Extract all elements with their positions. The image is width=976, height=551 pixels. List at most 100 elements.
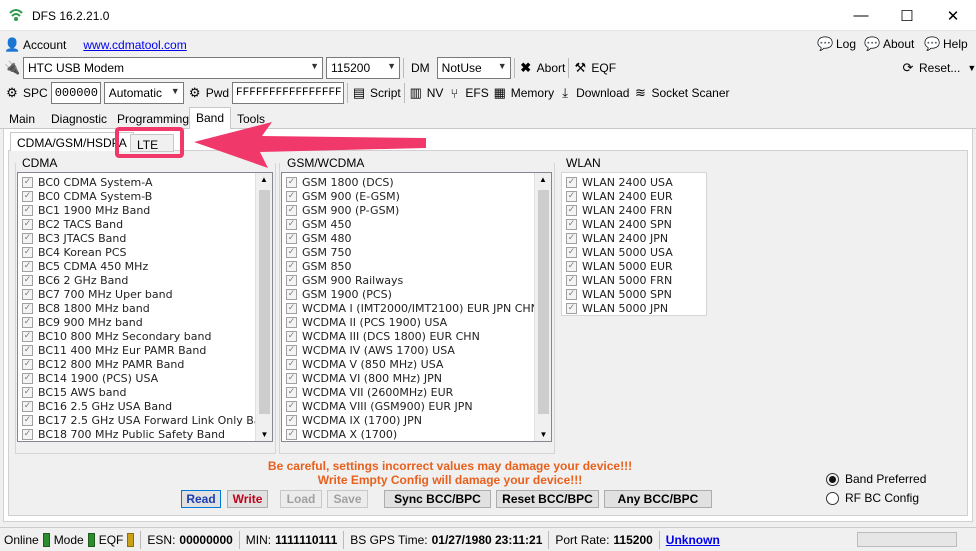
cdma-band-item[interactable]: ✓ BC2 TACS Band <box>18 217 256 231</box>
tab-main[interactable]: Main <box>3 109 41 129</box>
help-button[interactable]: 💬 Help <box>924 36 968 52</box>
cdma-band-item[interactable]: ✓ BC9 900 MHz band <box>18 315 256 329</box>
tab-diagnostic[interactable]: Diagnostic <box>45 109 113 129</box>
checkbox-checked-icon[interactable]: ✓ <box>286 302 297 314</box>
rf-bc-config-radio[interactable]: RF BC Config <box>826 491 919 505</box>
cdma-band-item[interactable]: ✓ BC6 2 GHz Band <box>18 273 256 287</box>
memory-button[interactable]: ▦ Memory <box>492 85 555 101</box>
unknown-link[interactable]: Unknown <box>666 533 720 547</box>
gsm-band-item[interactable]: ✓ WCDMA IX (1700) JPN <box>282 413 535 427</box>
efs-button[interactable]: ⑂ EFS <box>446 86 488 101</box>
account-menu[interactable]: Account <box>23 38 66 52</box>
checkbox-checked-icon[interactable]: ✓ <box>22 428 33 440</box>
checkbox-checked-icon[interactable]: ✓ <box>22 372 33 384</box>
cdma-band-item[interactable]: ✓ BC16 2.5 GHz USA Band <box>18 399 256 413</box>
cdma-band-item[interactable]: ✓ BC4 Korean PCS <box>18 245 256 259</box>
checkbox-checked-icon[interactable]: ✓ <box>566 218 577 230</box>
checkbox-checked-icon[interactable]: ✓ <box>286 330 297 342</box>
checkbox-checked-icon[interactable]: ✓ <box>22 246 33 258</box>
checkbox-checked-icon[interactable]: ✓ <box>22 386 33 398</box>
checkbox-checked-icon[interactable]: ✓ <box>22 400 33 412</box>
cdma-band-item[interactable]: ✓ BC5 CDMA 450 MHz <box>18 259 256 273</box>
scroll-up-icon[interactable]: ▲ <box>256 173 272 187</box>
checkbox-checked-icon[interactable]: ✓ <box>286 274 297 286</box>
gsm-scrollbar[interactable]: ▲ ▼ <box>534 173 551 441</box>
script-button[interactable]: ▤ Script <box>351 85 401 101</box>
scroll-down-icon[interactable]: ▼ <box>256 430 272 439</box>
reset-dropdown[interactable]: ⟳ Reset... ▼ <box>900 60 976 76</box>
spc-mode-select[interactable]: Automatic ▼ <box>103 82 184 104</box>
checkbox-checked-icon[interactable]: ✓ <box>22 218 33 230</box>
about-button[interactable]: 💬 About <box>864 36 914 52</box>
wlan-band-item[interactable]: ✓ WLAN 5000 FRN <box>562 273 706 287</box>
gsm-band-item[interactable]: ✓ WCDMA IV (AWS 1700) USA <box>282 343 535 357</box>
gsm-band-item[interactable]: ✓ GSM 1900 (PCS) <box>282 287 535 301</box>
gsm-band-item[interactable]: ✓ WCDMA VII (2600MHz) EUR <box>282 385 535 399</box>
save-button[interactable]: Save <box>327 490 368 508</box>
scroll-up-icon[interactable]: ▲ <box>535 173 551 187</box>
checkbox-checked-icon[interactable]: ✓ <box>286 288 297 300</box>
wlan-band-item[interactable]: ✓ WLAN 5000 EUR <box>562 259 706 273</box>
gsm-band-item[interactable]: ✓ WCDMA X (1700) <box>282 427 535 441</box>
gsm-band-item[interactable]: ✓ WCDMA I (IMT2000/IMT2100) EUR JPN CHN <box>282 301 539 315</box>
write-button[interactable]: Write <box>227 490 268 508</box>
sync-bcc-bpc-button[interactable]: Sync BCC/BPC <box>384 490 491 508</box>
dm-select[interactable]: NotUse ▼ <box>436 57 511 79</box>
checkbox-checked-icon[interactable]: ✓ <box>566 288 577 300</box>
wlan-band-item[interactable]: ✓ WLAN 5000 USA <box>562 245 706 259</box>
cdma-band-item[interactable]: ✓ BC17 2.5 GHz USA Forward Link Only Band <box>18 413 272 427</box>
checkbox-checked-icon[interactable]: ✓ <box>286 260 297 272</box>
checkbox-checked-icon[interactable]: ✓ <box>22 274 33 286</box>
log-button[interactable]: 💬 Log <box>817 36 856 52</box>
scroll-thumb[interactable] <box>259 190 270 414</box>
socket-scaner-button[interactable]: ≋ Socket Scaner <box>632 85 730 101</box>
gsm-band-item[interactable]: ✓ WCDMA VI (800 MHz) JPN <box>282 371 535 385</box>
checkbox-checked-icon[interactable]: ✓ <box>286 176 297 188</box>
band-preferred-radio[interactable]: Band Preferred <box>826 472 926 486</box>
checkbox-checked-icon[interactable]: ✓ <box>566 190 577 202</box>
cdma-band-item[interactable]: ✓ BC18 700 MHz Public Safety Band <box>18 427 256 441</box>
checkbox-checked-icon[interactable]: ✓ <box>566 260 577 272</box>
checkbox-checked-icon[interactable]: ✓ <box>286 344 297 356</box>
cdma-band-item[interactable]: ✓ BC15 AWS band <box>18 385 256 399</box>
cdma-band-item[interactable]: ✓ BC12 800 MHz PAMR Band <box>18 357 256 371</box>
checkbox-checked-icon[interactable]: ✓ <box>286 414 297 426</box>
checkbox-checked-icon[interactable]: ✓ <box>286 204 297 216</box>
checkbox-checked-icon[interactable]: ✓ <box>286 190 297 202</box>
wlan-band-item[interactable]: ✓ WLAN 5000 SPN <box>562 287 706 301</box>
wlan-band-item[interactable]: ✓ WLAN 2400 FRN <box>562 203 706 217</box>
reset-bcc-bpc-button[interactable]: Reset BCC/BPC <box>496 490 599 508</box>
any-bcc-bpc-button[interactable]: Any BCC/BPC <box>604 490 712 508</box>
cdma-scrollbar[interactable]: ▲ ▼ <box>255 173 272 441</box>
checkbox-checked-icon[interactable]: ✓ <box>22 358 33 370</box>
cdma-band-item[interactable]: ✓ BC14 1900 (PCS) USA <box>18 371 256 385</box>
baud-select[interactable]: 115200 ▼ <box>326 57 400 79</box>
checkbox-checked-icon[interactable]: ✓ <box>22 330 33 342</box>
gsm-band-item[interactable]: ✓ GSM 480 <box>282 231 535 245</box>
checkbox-checked-icon[interactable]: ✓ <box>566 302 577 314</box>
download-button[interactable]: ⤓ Download <box>557 85 629 101</box>
load-button[interactable]: Load <box>280 490 322 508</box>
wlan-band-item[interactable]: ✓ WLAN 2400 USA <box>562 175 706 189</box>
checkbox-checked-icon[interactable]: ✓ <box>22 204 33 216</box>
gsm-band-item[interactable]: ✓ GSM 900 (P-GSM) <box>282 203 535 217</box>
checkbox-checked-icon[interactable]: ✓ <box>566 204 577 216</box>
scroll-down-icon[interactable]: ▼ <box>535 430 551 439</box>
gsm-band-item[interactable]: ✓ GSM 750 <box>282 245 535 259</box>
checkbox-checked-icon[interactable]: ✓ <box>286 372 297 384</box>
cdma-band-item[interactable]: ✓ BC8 1800 MHz band <box>18 301 256 315</box>
checkbox-checked-icon[interactable]: ✓ <box>566 176 577 188</box>
checkbox-checked-icon[interactable]: ✓ <box>22 232 33 244</box>
pwd-input[interactable]: FFFFFFFFFFFFFFFF <box>232 82 345 104</box>
minimize-button[interactable]: — <box>838 0 884 31</box>
cdma-band-item[interactable]: ✓ BC10 800 MHz Secondary band <box>18 329 256 343</box>
cdma-band-item[interactable]: ✓ BC1 1900 MHz Band <box>18 203 256 217</box>
cdma-band-item[interactable]: ✓ BC0 CDMA System-B <box>18 189 256 203</box>
gsm-band-item[interactable]: ✓ WCDMA VIII (GSM900) EUR JPN <box>282 399 535 413</box>
cdma-band-item[interactable]: ✓ BC7 700 MHz Uper band <box>18 287 256 301</box>
gsm-band-item[interactable]: ✓ GSM 450 <box>282 217 535 231</box>
checkbox-checked-icon[interactable]: ✓ <box>22 414 33 426</box>
wlan-band-item[interactable]: ✓ WLAN 2400 EUR <box>562 189 706 203</box>
checkbox-checked-icon[interactable]: ✓ <box>286 358 297 370</box>
checkbox-checked-icon[interactable]: ✓ <box>22 302 33 314</box>
